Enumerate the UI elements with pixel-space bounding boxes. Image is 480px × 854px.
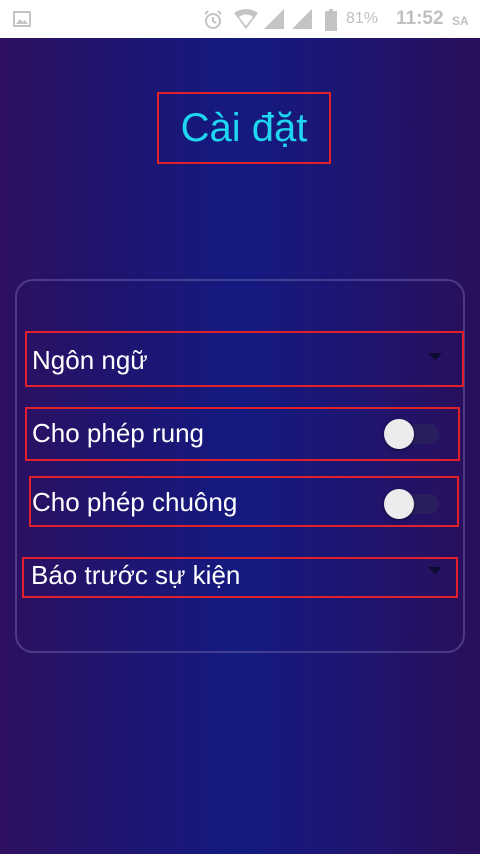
event-reminder-dropdown[interactable]: Báo trước sự kiện — [22, 557, 458, 598]
vibrate-label: Cho phép rung — [32, 418, 205, 448]
language-label: Ngôn ngữ — [32, 345, 148, 375]
vibrate-toggle[interactable] — [384, 419, 439, 449]
vibrate-toggle-thumb — [384, 419, 414, 449]
event-reminder-label: Báo trước sự kiện — [31, 560, 241, 590]
page-title-box: Cài đặt — [157, 92, 331, 164]
ring-toggle-thumb — [384, 489, 414, 519]
clock-time: 11:52 — [396, 8, 444, 29]
chevron-down-icon — [428, 567, 442, 574]
language-dropdown[interactable]: Ngôn ngữ — [25, 331, 464, 387]
wifi-icon — [234, 9, 258, 29]
chevron-down-icon — [428, 353, 442, 360]
signal-2-icon — [292, 9, 312, 29]
ring-label: Cho phép chuông — [32, 487, 238, 517]
status-bar: 81% 11:52 SA — [0, 0, 480, 38]
signal-1-icon — [264, 9, 284, 29]
ring-toggle[interactable] — [384, 489, 439, 519]
vibrate-setting-row: Cho phép rung — [25, 407, 460, 461]
battery-percent: 81% — [346, 10, 379, 27]
ring-setting-row: Cho phép chuông — [29, 476, 459, 527]
image-notification-icon — [13, 11, 31, 27]
alarm-icon — [204, 10, 222, 29]
page-title: Cài đặt — [180, 105, 308, 150]
clock-ampm: SA — [452, 14, 469, 28]
battery-icon — [325, 9, 337, 31]
